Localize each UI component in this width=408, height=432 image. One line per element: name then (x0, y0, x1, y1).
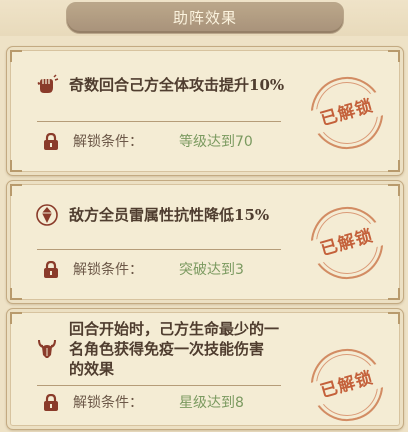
unlocked-stamp-text: 已解锁 (301, 219, 393, 267)
effect-description-line-1: 回合开始时，己方生命最少的一 (69, 320, 280, 338)
divider (37, 121, 281, 122)
unlock-condition-value: 等级达到70 (179, 134, 253, 150)
effect-description-line-3: 的效果 (69, 360, 115, 378)
horned-helmet-icon (38, 340, 56, 358)
card-corner (388, 50, 400, 62)
effect-card-3: 回合开始时，己方生命最少的一 名角色获得免疫一次技能伤害 的效果 解锁条件： 星… (6, 308, 404, 430)
lock-icon (44, 261, 58, 278)
panel-title: 助阵效果 (66, 2, 344, 34)
unlock-condition-label: 解锁条件： (73, 395, 143, 411)
lock-icon (44, 133, 58, 150)
effect-card-2: 敌方全员雷属性抗性降低15% 解锁条件： 突破达到3 已解锁 (6, 180, 404, 304)
unlocked-stamp-text: 已解锁 (301, 361, 393, 409)
card-corner (388, 184, 400, 196)
unlock-condition-label: 解锁条件： (73, 134, 143, 150)
gem-icon (36, 204, 58, 226)
card-corner (388, 288, 400, 300)
unlocked-stamp-text: 已解锁 (301, 89, 393, 137)
unlocked-stamp: 已解锁 (301, 68, 393, 158)
header-bar: 助阵效果 (0, 0, 408, 36)
unlocked-stamp: 已解锁 (301, 340, 393, 430)
unlock-condition-label: 解锁条件： (73, 262, 143, 278)
card-corner (388, 160, 400, 172)
unlock-condition-value: 星级达到8 (179, 395, 244, 411)
card-corner (10, 312, 22, 324)
card-corner (10, 288, 22, 300)
divider (37, 249, 281, 250)
effect-description: 敌方全员雷属性抗性降低15% (69, 206, 270, 224)
divider (37, 385, 281, 386)
effect-description-line-2: 名角色获得免疫一次技能伤害 (69, 340, 265, 358)
fist-icon (37, 74, 59, 93)
card-corner (388, 312, 400, 324)
card-corner (10, 50, 22, 62)
lock-icon (44, 394, 58, 411)
unlocked-stamp: 已解锁 (301, 198, 393, 288)
card-corner (10, 184, 22, 196)
effect-description: 奇数回合己方全体攻击提升10% (69, 76, 285, 94)
unlock-condition-value: 突破达到3 (179, 262, 244, 278)
effect-card-1: 奇数回合己方全体攻击提升10% 解锁条件： 等级达到70 已解锁 (6, 46, 404, 176)
card-corner (10, 160, 22, 172)
